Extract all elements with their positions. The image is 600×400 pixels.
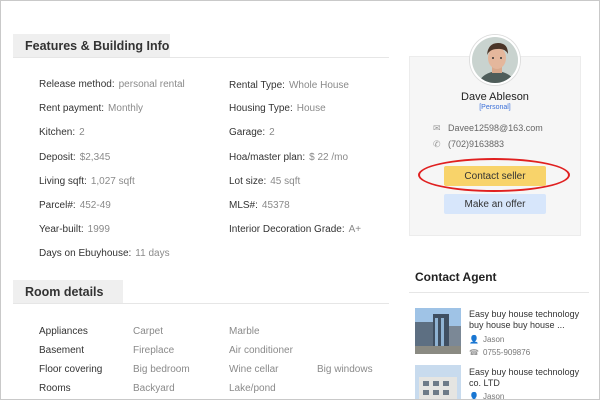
contact-agent-rule [409, 292, 589, 293]
person-icon: 👤 [469, 335, 479, 344]
seller-avatar[interactable] [470, 35, 520, 85]
agent-phone: ☎ 0755-909876 [469, 348, 531, 357]
feature-rental-type: Rental Type: Whole House [229, 80, 349, 91]
contact-agent-title: Contact Agent [415, 270, 497, 284]
room-item: Big bedroom [133, 364, 190, 375]
envelope-icon: ✉ [433, 123, 441, 133]
feature-lot-size: Lot size: 45 sqft [229, 176, 301, 187]
feature-interior-grade: Interior Decoration Grade: A+ [229, 224, 362, 235]
contact-seller-button[interactable]: Contact seller [444, 166, 546, 186]
agent-listing-title[interactable]: Easy buy house technology buy house buy … [469, 309, 581, 331]
seller-email: ✉ Davee12598@163.com [433, 123, 543, 133]
feature-year-built: Year-built: 1999 [39, 224, 110, 235]
room-label-floor-covering: Floor covering [39, 364, 103, 375]
feature-parcel: Parcel#: 452-49 [39, 200, 111, 211]
room-label-appliances: Appliances [39, 326, 88, 337]
agent-name: 👤 Jason [469, 335, 505, 344]
features-section-rule [13, 57, 389, 58]
room-item: Air conditioner [229, 345, 293, 356]
page-frame: Features & Building Info Release method:… [0, 0, 600, 400]
room-details-title: Room details [13, 280, 123, 304]
feature-mls: MLS#: 45378 [229, 200, 290, 211]
seller-tag: [Personal] [479, 104, 511, 111]
room-label-rooms: Rooms [39, 383, 71, 394]
phone-icon: ✆ [433, 139, 441, 149]
make-offer-button[interactable]: Make an offer [444, 194, 546, 214]
agent-thumbnail[interactable] [415, 308, 461, 354]
feature-release-method: Release method: personal rental [39, 79, 185, 90]
room-item: Lake/pond [229, 383, 276, 394]
room-item: Carpet [133, 326, 164, 337]
phone-icon: ☎ [469, 348, 479, 357]
agent-listing-title[interactable]: Easy buy house technology co. LTD [469, 367, 581, 389]
agent-thumbnail[interactable] [415, 365, 461, 399]
feature-garage: Garage: 2 [229, 127, 275, 138]
room-details-rule [13, 303, 389, 304]
person-icon: 👤 [469, 392, 479, 400]
features-section-title: Features & Building Info [13, 34, 170, 58]
feature-housing-type: Housing Type: House [229, 103, 326, 114]
feature-rent-payment: Rent payment: Monthly [39, 103, 144, 114]
room-label-basement: Basement [39, 345, 85, 356]
feature-days-on-ebuyhouse: Days on Ebuyhouse: 11 days [39, 248, 170, 259]
feature-living-sqft: Living sqft: 1,027 sqft [39, 176, 135, 187]
room-item: Wine cellar [229, 364, 279, 375]
room-item: Big windows [317, 364, 373, 375]
feature-deposit: Deposit: $2,345 [39, 152, 111, 163]
room-item: Fireplace [133, 345, 175, 356]
room-item: Marble [229, 326, 260, 337]
building-image [415, 365, 461, 399]
building-image [415, 308, 461, 354]
room-item: Backyard [133, 383, 175, 394]
feature-kitchen: Kitchen: 2 [39, 127, 85, 138]
seller-phone: ✆ (702)9163883 [433, 139, 505, 149]
seller-name: Dave Ableson [461, 91, 529, 103]
agent-name: 👤 Jason [469, 392, 505, 400]
feature-hoa: Hoa/master plan: $ 22 /mo [229, 152, 349, 163]
